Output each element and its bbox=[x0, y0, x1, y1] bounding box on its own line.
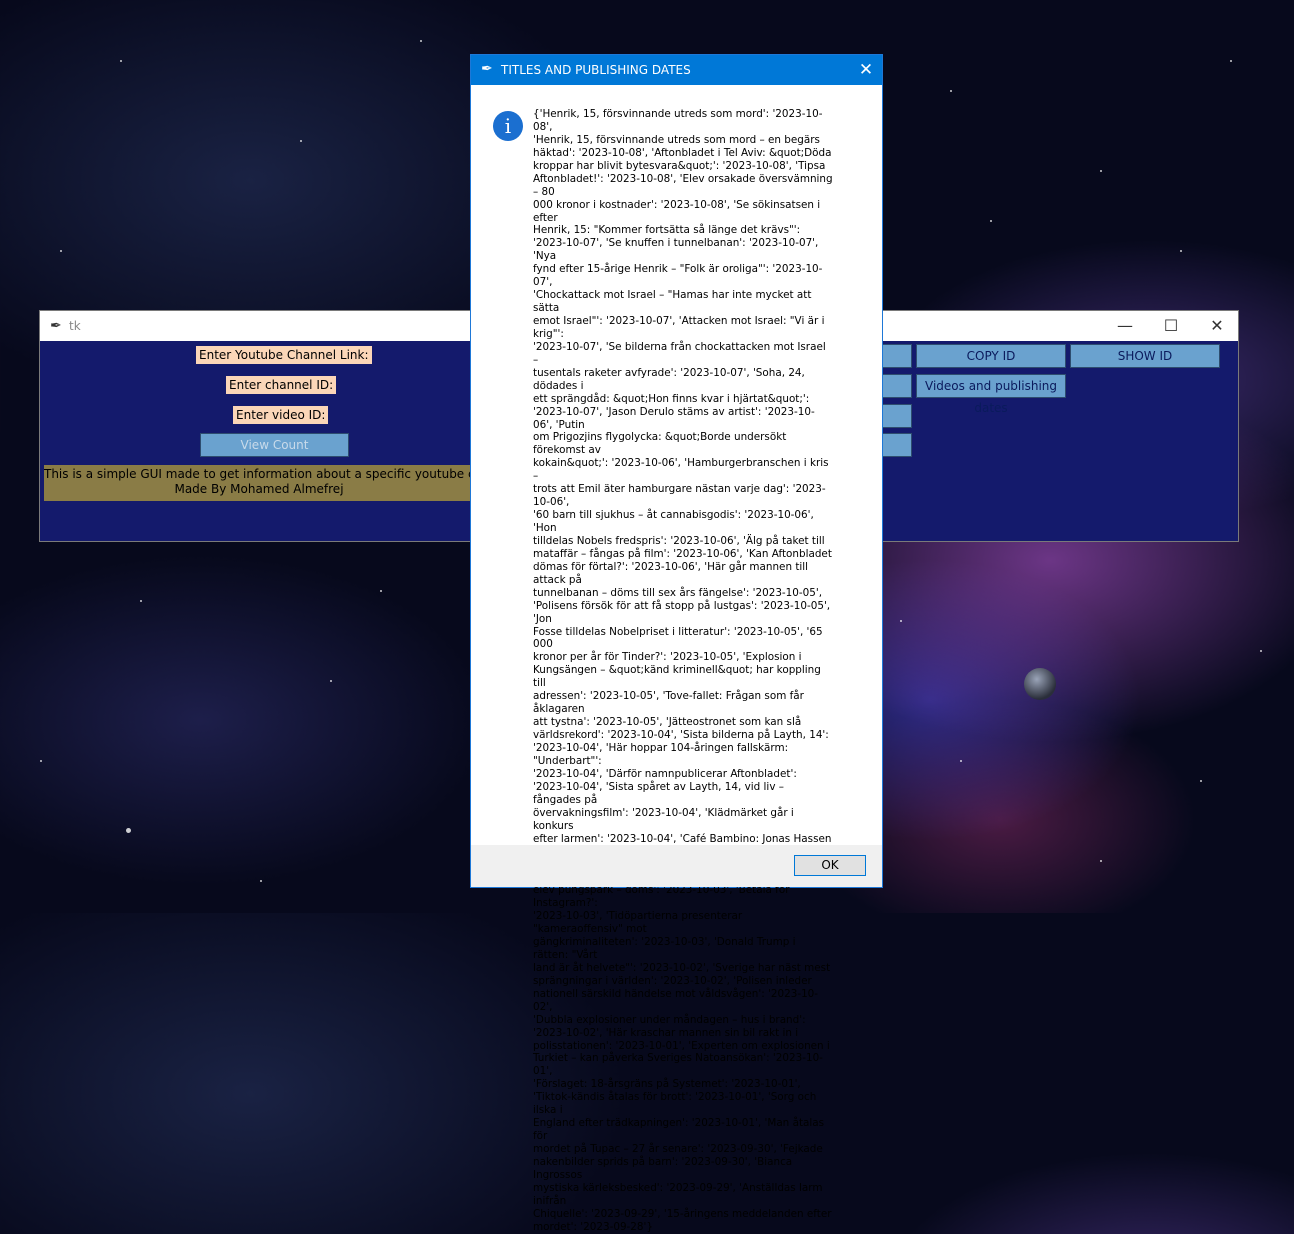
ok-button[interactable]: OK bbox=[794, 855, 866, 876]
dialog-message-line: mordet på Tupac – 27 år senare': '2023-0… bbox=[533, 1143, 823, 1155]
dialog-message-line: '2023-10-07', 'Jason Derulo stäms av art… bbox=[533, 405, 815, 431]
dialog-message-line: England efter trädkapningen': '2023-10-0… bbox=[533, 1117, 828, 1143]
dialog-titlebar[interactable]: ✒ TITLES AND PUBLISHING DATES ✕ bbox=[471, 55, 882, 85]
dialog-message-line: övervakningsfilm': '2023-10-04', 'Klädmä… bbox=[533, 806, 798, 832]
feather-icon: ✒ bbox=[50, 318, 62, 334]
dialog-message-line: polisstationen': '2023-10-01', 'Experten… bbox=[533, 1039, 830, 1052]
dialog-message: {'Henrik, 15, försvinnande utreds som mo… bbox=[533, 108, 833, 1234]
copy-id-button[interactable]: COPY ID bbox=[916, 344, 1066, 368]
dialog-message-line: tunnelbanan – döms till sex års fängelse… bbox=[533, 586, 823, 599]
dialog-message-line: kokain&quot;': '2023-10-06', 'Hamburgerb… bbox=[533, 457, 832, 483]
dialog-message-line: om Prigozjins flygolycka: &quot;Borde un… bbox=[533, 431, 790, 457]
dialog-message-line: ett sprängdåd: &quot;Hon finns kvar i hj… bbox=[533, 392, 810, 405]
channel-id-label: Enter channel ID: bbox=[226, 376, 337, 394]
dialog-message-line: elev pungspark – döms': '2023-10-03', 'B… bbox=[533, 884, 793, 910]
dialog-message-line: 'Henrik, 15, försvinnande utreds som mor… bbox=[533, 133, 820, 146]
view-count-button[interactable]: View Count bbox=[200, 433, 349, 457]
main-window-title: tk bbox=[69, 319, 81, 333]
dialog-message-line: Chiquelle': '2023-09-29', '15-åringens m… bbox=[533, 1207, 832, 1220]
dialog-message-line: sprängningar i världen': '2023-10-02', '… bbox=[533, 974, 812, 987]
feather-icon: ✒ bbox=[481, 61, 493, 77]
dialog-footer: OK bbox=[471, 845, 882, 887]
author-credit: Made By Mohamed Almefrej bbox=[174, 482, 344, 496]
info-description: This is a simple GUI made to get informa… bbox=[44, 467, 474, 481]
dialog-message-line: mordet': '2023-09-28'} bbox=[533, 1220, 653, 1233]
dialog-message-line: gängkriminaliteten': '2023-10-03', 'Dona… bbox=[533, 936, 799, 961]
dialog-message-line: '2023-10-07', 'Se bilderna från chockatt… bbox=[533, 340, 830, 366]
info-icon: i bbox=[493, 111, 523, 141]
dialog-message-line: '2023-10-02', 'Här kraschar mannen sin b… bbox=[533, 1026, 799, 1039]
maximize-button[interactable]: ☐ bbox=[1148, 311, 1194, 341]
dialog-message-line: tilldelas Nobels fredspris': '2023-10-06… bbox=[533, 534, 825, 547]
dialog-message-line: dömas för förtal?': '2023-10-06', 'Här g… bbox=[533, 560, 812, 586]
dialog-message-line: '2023-10-04', 'Därför namnpublicerar Aft… bbox=[533, 767, 797, 780]
dialog-message-line: {'Henrik, 15, försvinnande utreds som mo… bbox=[533, 108, 823, 133]
dialog-message-line: kronor per år för Tinder?': '2023-10-05'… bbox=[533, 651, 802, 664]
dialog-message-line: '2023-10-03', 'Tidöpartierna presenterar… bbox=[533, 910, 746, 936]
dialog-message-line: mataffär – fångas på film': '2023-10-06'… bbox=[533, 547, 832, 560]
dialog-message-line: 'Förslaget: 18-årsgräns på Systemet': '2… bbox=[533, 1078, 801, 1091]
dialog-title: TITLES AND PUBLISHING DATES bbox=[501, 63, 691, 77]
show-id-button[interactable]: SHOW ID bbox=[1070, 344, 1220, 368]
dialog-close-button[interactable]: ✕ bbox=[850, 55, 882, 85]
dialog-message-line: mystiska kärleksbesked': '2023-09-29', '… bbox=[533, 1181, 826, 1207]
dialog-message-line: tusentals raketer avfyrade': '2023-10-07… bbox=[533, 366, 809, 392]
info-text: This is a simple GUI made to get informa… bbox=[44, 465, 474, 501]
dialog-message-line: fynd efter 15-årige Henrik – "Folk är or… bbox=[533, 263, 823, 289]
dialog-message-line: '2023-10-04', 'Sista spåret av Layth, 14… bbox=[533, 780, 788, 806]
dialog-message-line: '60 barn till sjukhus – åt cannabisgodis… bbox=[533, 509, 818, 534]
video-id-label: Enter video ID: bbox=[233, 406, 329, 424]
dialog-message-line: land är åt helvete"': '2023-10-02', 'Sve… bbox=[533, 961, 831, 974]
dialog-message-line: emot Israel"': '2023-10-07', 'Attacken m… bbox=[533, 315, 828, 340]
dialog-message-line: 'Polisens försök för att få stopp på lus… bbox=[533, 599, 834, 625]
dialog-message-line: adressen': '2023-10-05', 'Tove-fallet: F… bbox=[533, 690, 808, 716]
dialog-message-line: trots att Emil äter hamburgare nästan va… bbox=[533, 483, 826, 509]
dialog-message-line: nationell särskild händelse mot våldsvåg… bbox=[533, 987, 819, 1013]
dialog-message-line: häktad': '2023-10-08', 'Aftonbladet i Te… bbox=[533, 146, 832, 159]
dialog-message-line: Henrik, 15: "Kommer fortsätta så länge d… bbox=[533, 224, 801, 237]
close-button[interactable]: ✕ bbox=[1194, 311, 1240, 341]
dialog-message-line: 'Dubbla explosioner under måndagen – hus… bbox=[533, 1013, 806, 1026]
planet-decoration bbox=[1024, 668, 1056, 700]
dialog-message-line: Aftonbladet!': '2023-10-08', 'Elev orsak… bbox=[533, 172, 836, 198]
dialog-message-line: Kungsängen – &quot;känd kriminell&quot; … bbox=[533, 664, 825, 690]
dialog-message-line: världsrekord': '2023-10-04', 'Sista bild… bbox=[533, 729, 829, 741]
dialog-message-line: 'Chockattack mot Israel – "Hamas har int… bbox=[533, 289, 815, 315]
dialog-message-line: kroppar har blivit bytesvara&quot;': '20… bbox=[533, 159, 826, 172]
dialog-message-line: nakenbilder sprids på barn': '2023-09-30… bbox=[533, 1155, 796, 1181]
dialog-message-line: efter larmen': '2023-10-04', 'Café Bambi… bbox=[533, 832, 832, 845]
dialog-message-line: 000 kronor i kostnader': '2023-10-08', '… bbox=[533, 198, 824, 224]
channel-link-label: Enter Youtube Channel Link: bbox=[196, 346, 372, 364]
dialog-message-line: Turkiet – kan påverka Sveriges Natoansök… bbox=[533, 1052, 823, 1078]
dialog-message-line: att tystna': '2023-10-05', 'Jätteostrone… bbox=[533, 716, 802, 729]
titles-dialog: ✒ TITLES AND PUBLISHING DATES ✕ i {'Henr… bbox=[470, 54, 883, 1233]
dialog-message-line: 'Tiktok-kändis åtalas för brott': '2023-… bbox=[533, 1091, 820, 1117]
minimize-button[interactable]: — bbox=[1102, 311, 1148, 341]
videos-dates-button[interactable]: Videos and publishing dates bbox=[916, 374, 1066, 415]
dialog-message-line: '2023-10-07', 'Se knuffen i tunnelbanan'… bbox=[533, 237, 822, 263]
dialog-message-line: '2023-10-04', 'Här hoppar 104-åringen fa… bbox=[533, 741, 792, 767]
dialog-message-line: Fosse tilldelas Nobelpriset i litteratur… bbox=[533, 625, 826, 651]
